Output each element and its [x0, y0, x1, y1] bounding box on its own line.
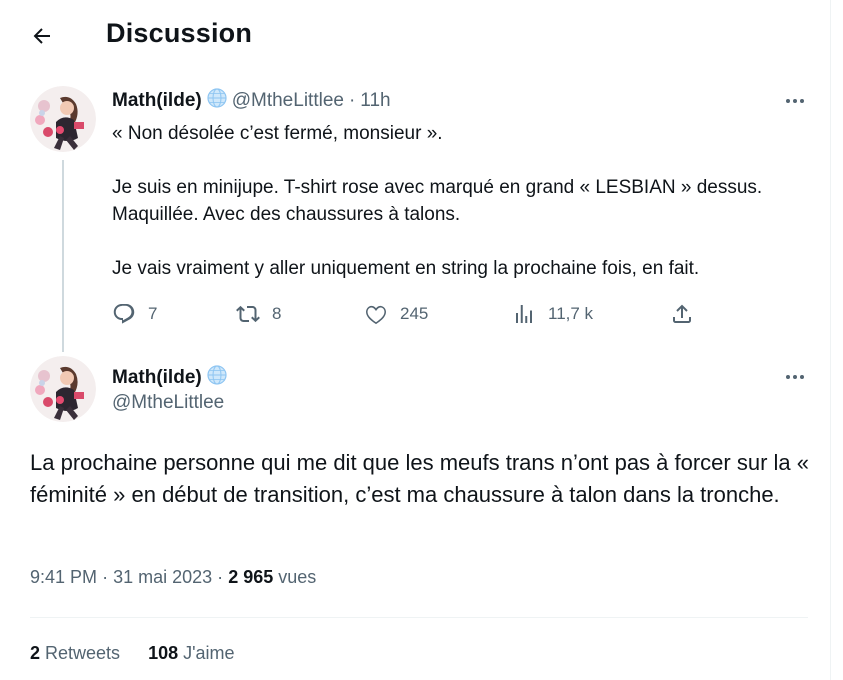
like-count: 245 [400, 304, 429, 323]
retweets-stat-link[interactable]: 2 Retweets [30, 643, 120, 664]
tweet-time[interactable]: 11h [360, 90, 390, 112]
globe-badge-icon [206, 364, 228, 392]
tweet-paragraph: Je vais vraiment y aller uniquement en s… [112, 258, 700, 279]
heart-icon [366, 305, 386, 325]
avatar[interactable] [30, 356, 96, 422]
retweet-icon [236, 305, 260, 323]
views-button[interactable]: 11,7 k [512, 298, 593, 330]
tweet-meta: 9:41 PM · 31 mai 2023 · 2 965 vues [30, 567, 316, 588]
engagement-stats: 2 Retweets 108 J'aime [30, 643, 235, 664]
views-count: 11,7 k [548, 304, 594, 323]
author-name[interactable]: Math(ilde) [112, 367, 202, 389]
retweets-count: 2 [30, 643, 41, 663]
views-count: 2 965 [228, 567, 274, 587]
more-options-button[interactable] [778, 360, 812, 394]
arrow-left-icon [33, 28, 50, 44]
globe-badge-icon [206, 87, 228, 115]
separator-dot: · [348, 90, 356, 111]
tweet-paragraph: Je suis en minijupe. T-shirt rose avec m… [112, 177, 763, 225]
tweet-action-bar: 7 8 245 11,7 k [108, 298, 708, 330]
reply-icon [113, 304, 135, 324]
avatar[interactable] [30, 86, 96, 152]
main-tweet-text: La prochaine personne qui me dit que les… [30, 450, 810, 507]
more-dots-icon [786, 375, 804, 379]
tweet-date[interactable]: 31 mai 2023 [113, 567, 212, 587]
tweet-paragraph: « Non désolée c’est fermé, monsieur ». [112, 123, 443, 144]
parent-tweet-text: « Non désolée c’est fermé, monsieur ». J… [112, 120, 792, 282]
page-header: Discussion [0, 0, 830, 68]
author-handle[interactable]: @MtheLittlee [232, 90, 344, 112]
views-label: vues [278, 567, 317, 587]
parent-tweet-header: Math(ilde) @MtheLittlee · 11h [112, 88, 391, 114]
author-handle[interactable]: @MtheLittlee [112, 392, 224, 414]
more-dots-icon [786, 99, 804, 103]
thread-connector-line [62, 160, 64, 352]
separator-dot: · [102, 567, 109, 587]
retweets-label: Retweets [45, 643, 121, 663]
back-button[interactable] [22, 16, 62, 56]
author-name[interactable]: Math(ilde) [112, 90, 202, 112]
timeline-border [830, 0, 831, 680]
divider [30, 617, 808, 618]
avatar-image [30, 356, 96, 422]
reply-count: 7 [148, 304, 158, 323]
likes-stat-link[interactable]: 108 J'aime [148, 643, 235, 664]
share-upload-icon [673, 304, 691, 323]
more-options-button[interactable] [778, 84, 812, 118]
likes-label: J'aime [183, 643, 235, 663]
separator-dot: · [217, 567, 224, 587]
page-title: Discussion [106, 18, 253, 48]
share-button[interactable] [670, 298, 694, 330]
reply-button[interactable]: 7 [112, 298, 157, 330]
like-button[interactable]: 245 [364, 298, 428, 330]
avatar-image [30, 86, 96, 152]
analytics-bars-icon [516, 305, 532, 323]
likes-count: 108 [148, 643, 179, 663]
main-tweet-author: Math(ilde) [112, 364, 232, 392]
tweet-time[interactable]: 9:41 PM [30, 567, 97, 587]
retweet-count: 8 [272, 304, 282, 323]
retweet-button[interactable]: 8 [236, 298, 281, 330]
